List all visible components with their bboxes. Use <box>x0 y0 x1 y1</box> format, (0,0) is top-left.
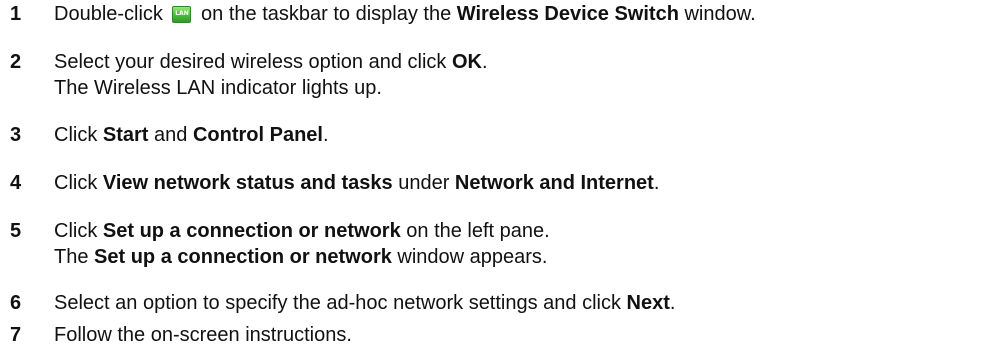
step-text: Double-click LAN on the taskbar to displ… <box>54 1 990 27</box>
ui-term: OK <box>451 51 482 73</box>
step-text: Follow the on-screen instructions. <box>54 322 990 348</box>
step-line: Select an option to specify the ad-hoc n… <box>54 292 676 314</box>
step-number: 7 <box>10 324 22 346</box>
ui-term: Set up a connection or network <box>102 220 401 242</box>
ui-term: Next <box>626 292 670 314</box>
step-text: Select an option to specify the ad-hoc n… <box>54 290 990 316</box>
ui-term: View network status and tasks <box>102 172 393 194</box>
step-text: Click View network status and tasks unde… <box>54 170 990 196</box>
lan-taskbar-icon: LAN <box>172 6 192 23</box>
step-number: 3 <box>10 124 22 146</box>
step-line: The Wireless LAN indicator lights up. <box>54 77 382 99</box>
step-text: Select your desired wireless option and … <box>54 49 990 101</box>
ui-term: Start <box>102 124 149 146</box>
step-line: Follow the on-screen instructions. <box>54 324 352 346</box>
step-line: Click View network status and tasks unde… <box>54 172 660 194</box>
step-number: 6 <box>10 292 22 314</box>
instruction-steps: 1 Double-click LAN on the taskbar to dis… <box>0 0 990 351</box>
step-text: Click Start and Control Panel. <box>54 122 990 148</box>
ui-term: Wireless Device Switch <box>456 3 679 25</box>
step-line: Click Set up a connection or network on … <box>54 220 550 242</box>
ui-term: Network and Internet <box>454 172 654 194</box>
step-line: Double-click LAN on the taskbar to displ… <box>54 3 756 25</box>
step-number: 4 <box>10 172 22 194</box>
step-line: Select your desired wireless option and … <box>54 51 488 73</box>
step-text: Click Set up a connection or network on … <box>54 218 990 270</box>
ui-term: Control Panel <box>192 124 323 146</box>
step-line: The Set up a connection or network windo… <box>54 246 548 268</box>
step-line: Click Start and Control Panel. <box>54 124 329 146</box>
ui-term: Set up a connection or network <box>94 246 392 268</box>
step-number: 1 <box>10 3 22 25</box>
step-number: 2 <box>10 51 22 73</box>
step-number: 5 <box>10 220 22 242</box>
